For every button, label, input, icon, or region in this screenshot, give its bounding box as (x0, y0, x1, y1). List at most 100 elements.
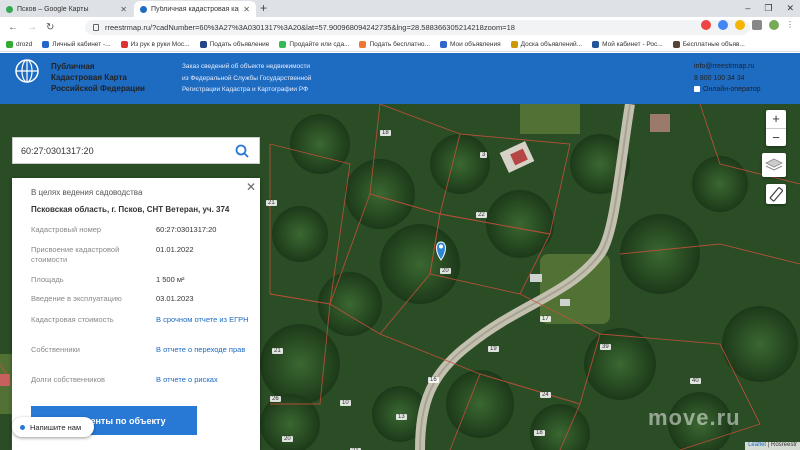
globe-logo-icon[interactable] (14, 58, 40, 84)
address-bar-row: ← → ↻ rreestrmap.ru/?cadNumber=60%3A27%3… (0, 17, 800, 37)
menu-icon[interactable]: ⋮ (786, 20, 794, 30)
bookmark[interactable]: Подать объявление (199, 40, 270, 48)
info-key: Присвоение кадастровой стоимости (31, 245, 120, 264)
plot-label[interactable]: 21 (272, 348, 283, 354)
tab-cadastral-map[interactable]: Публичная кадастровая карта ✕ (134, 1, 256, 17)
bookmark[interactable]: Подать бесплатно... (359, 40, 430, 48)
land-use-type: В целях ведения садоводства (31, 188, 143, 197)
bookmark-icon (6, 40, 13, 48)
plot-label[interactable]: 20 (440, 268, 451, 274)
bookmark-label: Личный кабинет -... (52, 40, 111, 48)
email-link[interactable]: info@rreestrmap.ru (694, 61, 761, 73)
bookmark[interactable]: Бесплатные объяв... (672, 40, 745, 48)
plot-label[interactable]: 22 (476, 212, 487, 218)
bookmark[interactable]: Личный кабинет -... (42, 40, 111, 48)
search-icon[interactable] (235, 144, 249, 158)
bookmark[interactable]: Продайте или сда... (279, 40, 349, 48)
chat-icon (20, 424, 25, 430)
attribution-text: | Rosreestr (767, 442, 797, 448)
tab-google-maps[interactable]: Псков – Google Карты ✕ (0, 1, 133, 17)
google-maps-icon (6, 5, 13, 13)
site-favicon-icon (140, 5, 147, 13)
close-icon[interactable]: ✕ (246, 180, 256, 194)
bookmark[interactable]: Мой кабинет - Рос... (592, 40, 663, 48)
bookmark-label: Бесплатные объяв... (682, 40, 745, 48)
extension-icon[interactable] (735, 20, 745, 30)
layers-button[interactable] (762, 153, 786, 177)
plot-label[interactable]: 21 (266, 200, 277, 206)
plot-label[interactable]: 24 (540, 392, 551, 398)
close-tab-icon[interactable]: ✕ (243, 5, 250, 14)
zoom-in-button[interactable]: + (766, 110, 786, 128)
info-key: Введение в эксплуатацию (31, 294, 122, 303)
order-line: Заказ сведений об объекте недвижимости (182, 63, 311, 70)
bookmark-icon (42, 40, 50, 48)
nav-buttons: ← → ↻ (8, 22, 54, 33)
bookmark-icon (120, 40, 128, 48)
back-icon[interactable]: ← (8, 22, 18, 33)
report-link[interactable]: В отчете о переходе прав (156, 345, 256, 355)
plot-label[interactable]: 17 (540, 316, 551, 322)
report-link[interactable]: В срочном отчете из ЕГРН (156, 315, 256, 325)
zoom-out-button[interactable]: − (766, 128, 786, 146)
url-field[interactable]: rreestrmap.ru/?cadNumber=60%3A27%3A03013… (85, 20, 750, 35)
bookmark-label: Мой кабинет - Рос... (602, 40, 663, 48)
reload-icon[interactable]: ↻ (46, 22, 54, 33)
plot-label[interactable]: 40 (690, 378, 701, 384)
report-link[interactable]: В отчете о рисках (156, 375, 256, 385)
plot-label[interactable]: 19 (488, 346, 499, 352)
plot-label[interactable]: 20 (282, 436, 293, 442)
new-tab-button[interactable]: + (260, 1, 267, 16)
bookmark-icon (359, 40, 367, 48)
bookmark-label: Из рук в руки Мос... (130, 40, 190, 48)
chat-widget-button[interactable]: Напишите нам (12, 417, 94, 437)
online-operator[interactable]: Онлайн-оператор (694, 84, 761, 96)
brand-line: Российской Федерации (51, 84, 145, 93)
order-info: Заказ сведений об объекте недвижимости и… (182, 61, 311, 96)
plot-label[interactable]: 39 (600, 344, 611, 350)
avatar[interactable] (769, 20, 779, 30)
bookmark[interactable]: drozd (6, 40, 32, 48)
maximize-button[interactable]: ❐ (764, 3, 772, 14)
bookmark[interactable]: Доска объявлений... (510, 40, 582, 48)
map-attribution: Leaflet | Rosreestr (745, 442, 800, 450)
chat-icon (694, 86, 700, 93)
brand-line: Публичная (51, 62, 95, 71)
forward-icon[interactable]: → (27, 22, 37, 33)
bookmark[interactable]: Из рук в руки Мос... (120, 40, 190, 48)
lock-icon (93, 24, 99, 31)
search-input[interactable] (21, 145, 221, 156)
site-brand[interactable]: Публичная Кадастровая Карта Российской Ф… (51, 61, 145, 94)
plot-label[interactable]: 26 (270, 396, 281, 402)
info-value: 01.01.2022 (156, 245, 194, 254)
bookmark-label: Мои объявления (449, 40, 501, 48)
bookmark[interactable]: Мои объявления (439, 40, 501, 48)
extension-icon[interactable] (701, 20, 711, 30)
puzzle-icon[interactable] (752, 20, 762, 30)
close-window-button[interactable]: ✕ (786, 3, 794, 14)
info-value: 03.01.2023 (156, 294, 194, 303)
plot-label[interactable]: 10 (340, 400, 351, 406)
ruler-icon (769, 187, 783, 202)
watermark-logo: move.ru (648, 405, 741, 430)
bookmark-label: Подать объявление (209, 40, 270, 48)
phone-link[interactable]: 8 800 100 34 34 (694, 73, 761, 85)
browser-tabstrip: Псков – Google Карты ✕ Публичная кадастр… (0, 0, 800, 17)
layers-icon (765, 158, 783, 171)
plot-label[interactable]: 13 (396, 414, 407, 420)
close-tab-icon[interactable]: ✕ (120, 5, 127, 14)
plot-label[interactable]: 18 (534, 430, 545, 436)
tab-title: Псков – Google Карты (17, 5, 89, 13)
leaflet-link[interactable]: Leaflet (748, 442, 766, 448)
info-key: Собственники (31, 345, 80, 354)
plot-label[interactable]: 3 (480, 152, 488, 158)
brand-line: Кадастровая Карта (51, 73, 127, 82)
bookmark-icon (279, 40, 287, 48)
google-icon[interactable] (718, 20, 728, 30)
info-value: 1 500 м² (156, 275, 185, 284)
measure-button[interactable] (766, 184, 786, 204)
plot-label[interactable]: 18 (380, 130, 391, 136)
minimize-button[interactable]: – (745, 3, 750, 13)
plot-label[interactable]: 16 (428, 377, 439, 383)
url-text: rreestrmap.ru/?cadNumber=60%3A27%3A03013… (105, 23, 515, 32)
